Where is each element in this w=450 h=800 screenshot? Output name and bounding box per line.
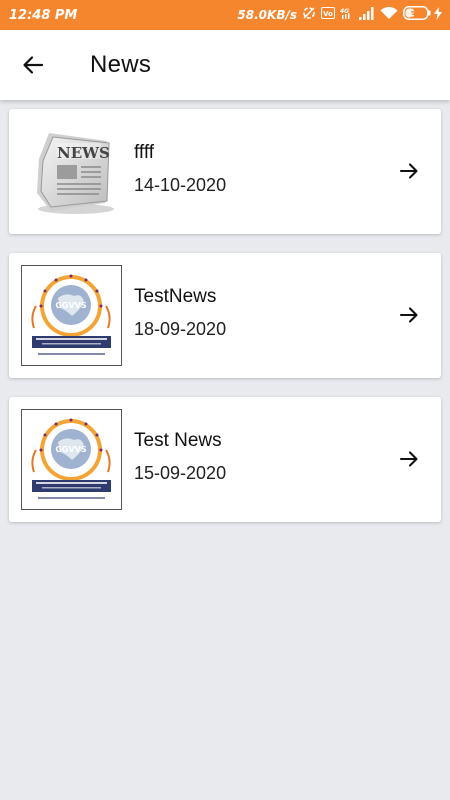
news-list: NEWS ffff 14-10-2020 GGVVS TestNews 18-0… [9,109,441,541]
arrow-left-icon [23,56,44,74]
arrow-right-icon[interactable] [399,161,419,181]
svg-text:NEWS: NEWS [57,144,110,162]
status-icons: 58.0KB/s Vo 4G 36 [237,6,442,24]
arrow-right-icon[interactable] [399,449,419,469]
back-button[interactable] [19,51,47,79]
wifi-icon [380,6,398,24]
signal-icon [359,6,375,24]
svg-text:GGVVS: GGVVS [55,445,87,454]
page-title: News [90,51,152,78]
news-item[interactable]: GGVVS Test News 15-09-2020 [9,397,441,522]
data-saver-icon [302,6,316,24]
news-date: 15-09-2020 [134,463,227,483]
news-date: 18-09-2020 [134,319,227,339]
news-item[interactable]: NEWS ffff 14-10-2020 [9,109,441,234]
svg-text:4G: 4G [340,8,349,15]
newspaper-icon: NEWS [21,121,122,222]
news-title: Test News [134,430,222,451]
news-title: TestNews [134,286,217,307]
status-time: 12:48 PM [9,7,78,23]
news-item[interactable]: GGVVS TestNews 18-09-2020 [9,253,441,378]
news-date: 14-10-2020 [134,175,227,195]
ggvvs-logo: GGVVS [21,409,122,510]
arrow-right-icon[interactable] [399,305,419,325]
battery-level: 36 [410,9,424,21]
network-speed: 58.0KB/s [237,8,297,22]
status-bar: 12:48 PM 58.0KB/s Vo 4G 36 [0,0,450,30]
volte-icon: Vo [321,7,335,23]
news-title: ffff [134,142,155,163]
app-bar: News [0,30,450,100]
ggvvs-logo: GGVVS [21,265,122,366]
svg-text:GGVVS: GGVVS [55,301,87,310]
svg-text:Vo: Vo [323,10,333,18]
charging-icon [434,6,442,24]
4g-icon: 4G [340,6,354,24]
